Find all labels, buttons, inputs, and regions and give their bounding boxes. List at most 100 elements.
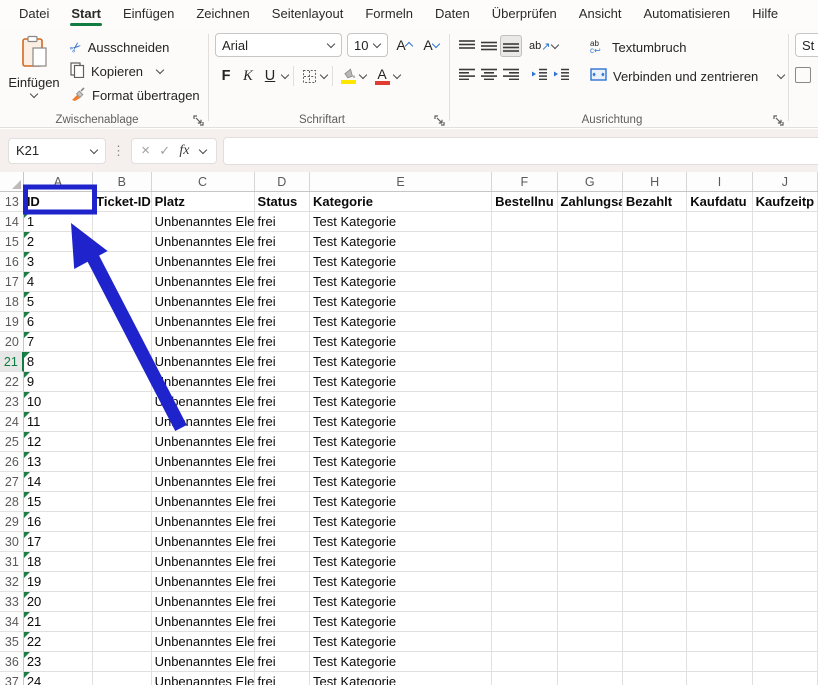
cell-C35[interactable]: Unbenanntes Eler — [152, 632, 255, 652]
cell-F29[interactable] — [492, 512, 557, 532]
cell-G20[interactable] — [558, 332, 623, 352]
cell-J29[interactable] — [753, 512, 818, 532]
cell-B33[interactable] — [93, 592, 151, 612]
cell-H19[interactable] — [623, 312, 687, 332]
cell-G25[interactable] — [558, 432, 623, 452]
cell-C31[interactable]: Unbenanntes Eler — [152, 552, 255, 572]
row-header-22[interactable]: 22 — [0, 372, 24, 392]
tab-start[interactable]: Start — [60, 1, 112, 28]
cell-D30[interactable]: frei — [255, 532, 310, 552]
cell-B34[interactable] — [93, 612, 151, 632]
cell-J23[interactable] — [753, 392, 818, 412]
fill-color-button[interactable] — [337, 65, 359, 87]
cell-C21[interactable]: Unbenanntes Eler — [152, 352, 255, 372]
cell-E22[interactable]: Test Kategorie — [310, 372, 492, 392]
cell-A22[interactable]: 9 — [24, 372, 93, 392]
cell-B37[interactable] — [93, 672, 151, 685]
cell-H17[interactable] — [623, 272, 687, 292]
cell-E20[interactable]: Test Kategorie — [310, 332, 492, 352]
chevron-down-icon[interactable] — [777, 71, 785, 79]
cell-E34[interactable]: Test Kategorie — [310, 612, 492, 632]
cell-G18[interactable] — [558, 292, 623, 312]
formula-input[interactable] — [223, 137, 818, 165]
column-header-i[interactable]: I — [687, 172, 752, 191]
column-header-d[interactable]: D — [255, 172, 310, 191]
cell-B15[interactable] — [93, 232, 151, 252]
row-header-19[interactable]: 19 — [0, 312, 24, 332]
row-header-16[interactable]: 16 — [0, 252, 24, 272]
row-header-20[interactable]: 20 — [0, 332, 24, 352]
cell-I32[interactable] — [687, 572, 752, 592]
cell-J33[interactable] — [753, 592, 818, 612]
cell-I26[interactable] — [687, 452, 752, 472]
cell-C16[interactable]: Unbenanntes Eler — [152, 252, 255, 272]
cell-I14[interactable] — [687, 212, 752, 232]
cell-A17[interactable]: 4 — [24, 272, 93, 292]
column-header-b[interactable]: B — [93, 172, 151, 191]
tab-seitenlayout[interactable]: Seitenlayout — [261, 1, 355, 28]
cell-E18[interactable]: Test Kategorie — [310, 292, 492, 312]
copy-button[interactable]: Kopieren — [70, 60, 200, 82]
cell-H33[interactable] — [623, 592, 687, 612]
cell-F21[interactable] — [492, 352, 557, 372]
row-header-26[interactable]: 26 — [0, 452, 24, 472]
enter-icon[interactable]: ✓ — [159, 143, 170, 159]
cell-I31[interactable] — [687, 552, 752, 572]
cell-A23[interactable]: 10 — [24, 392, 93, 412]
grow-font-button[interactable]: A — [393, 34, 415, 56]
cell-F16[interactable] — [492, 252, 557, 272]
underline-button[interactable]: U — [259, 65, 281, 87]
row-header-25[interactable]: 25 — [0, 432, 24, 452]
cell-H13[interactable]: Bezahlt — [623, 192, 687, 212]
cell-F33[interactable] — [492, 592, 557, 612]
cell-C22[interactable]: Unbenanntes Eler — [152, 372, 255, 392]
select-all-corner[interactable] — [0, 172, 24, 191]
cell-B31[interactable] — [93, 552, 151, 572]
cell-D23[interactable]: frei — [255, 392, 310, 412]
cell-I13[interactable]: Kaufdatu — [687, 192, 752, 212]
align-bottom-button[interactable] — [500, 35, 522, 57]
cell-J24[interactable] — [753, 412, 818, 432]
cell-B20[interactable] — [93, 332, 151, 352]
cell-E37[interactable]: Test Kategorie — [310, 672, 492, 685]
row-header-30[interactable]: 30 — [0, 532, 24, 552]
cell-G16[interactable] — [558, 252, 623, 272]
cell-C36[interactable]: Unbenanntes Eler — [152, 652, 255, 672]
borders-button[interactable] — [298, 65, 320, 87]
row-header-27[interactable]: 27 — [0, 472, 24, 492]
cell-C15[interactable]: Unbenanntes Eler — [152, 232, 255, 252]
cell-H16[interactable] — [623, 252, 687, 272]
cell-G36[interactable] — [558, 652, 623, 672]
font-color-button[interactable]: A — [371, 65, 393, 87]
align-top-button[interactable] — [456, 35, 478, 57]
cell-A29[interactable]: 16 — [24, 512, 93, 532]
cell-A13[interactable]: ID — [24, 192, 93, 212]
cell-H23[interactable] — [623, 392, 687, 412]
cell-C32[interactable]: Unbenanntes Eler — [152, 572, 255, 592]
cell-D17[interactable]: frei — [255, 272, 310, 292]
row-header-21[interactable]: 21 — [0, 352, 24, 372]
align-left-button[interactable] — [456, 63, 478, 85]
cell-E15[interactable]: Test Kategorie — [310, 232, 492, 252]
cell-A27[interactable]: 14 — [24, 472, 93, 492]
cell-H28[interactable] — [623, 492, 687, 512]
cell-J37[interactable] — [753, 672, 818, 685]
row-header-24[interactable]: 24 — [0, 412, 24, 432]
cell-A34[interactable]: 21 — [24, 612, 93, 632]
cell-E29[interactable]: Test Kategorie — [310, 512, 492, 532]
column-header-f[interactable]: F — [492, 172, 557, 191]
cell-I36[interactable] — [687, 652, 752, 672]
cell-F26[interactable] — [492, 452, 557, 472]
format-painter-button[interactable]: Format übertragen — [70, 84, 200, 106]
cell-A20[interactable]: 7 — [24, 332, 93, 352]
cell-B17[interactable] — [93, 272, 151, 292]
row-header-13[interactable]: 13 — [0, 192, 24, 212]
cell-I18[interactable] — [687, 292, 752, 312]
cell-A30[interactable]: 17 — [24, 532, 93, 552]
shrink-font-button[interactable]: A — [420, 34, 442, 56]
cell-H31[interactable] — [623, 552, 687, 572]
cell-J30[interactable] — [753, 532, 818, 552]
cell-B27[interactable] — [93, 472, 151, 492]
align-middle-button[interactable] — [478, 35, 500, 57]
chevron-down-icon[interactable] — [393, 71, 401, 79]
